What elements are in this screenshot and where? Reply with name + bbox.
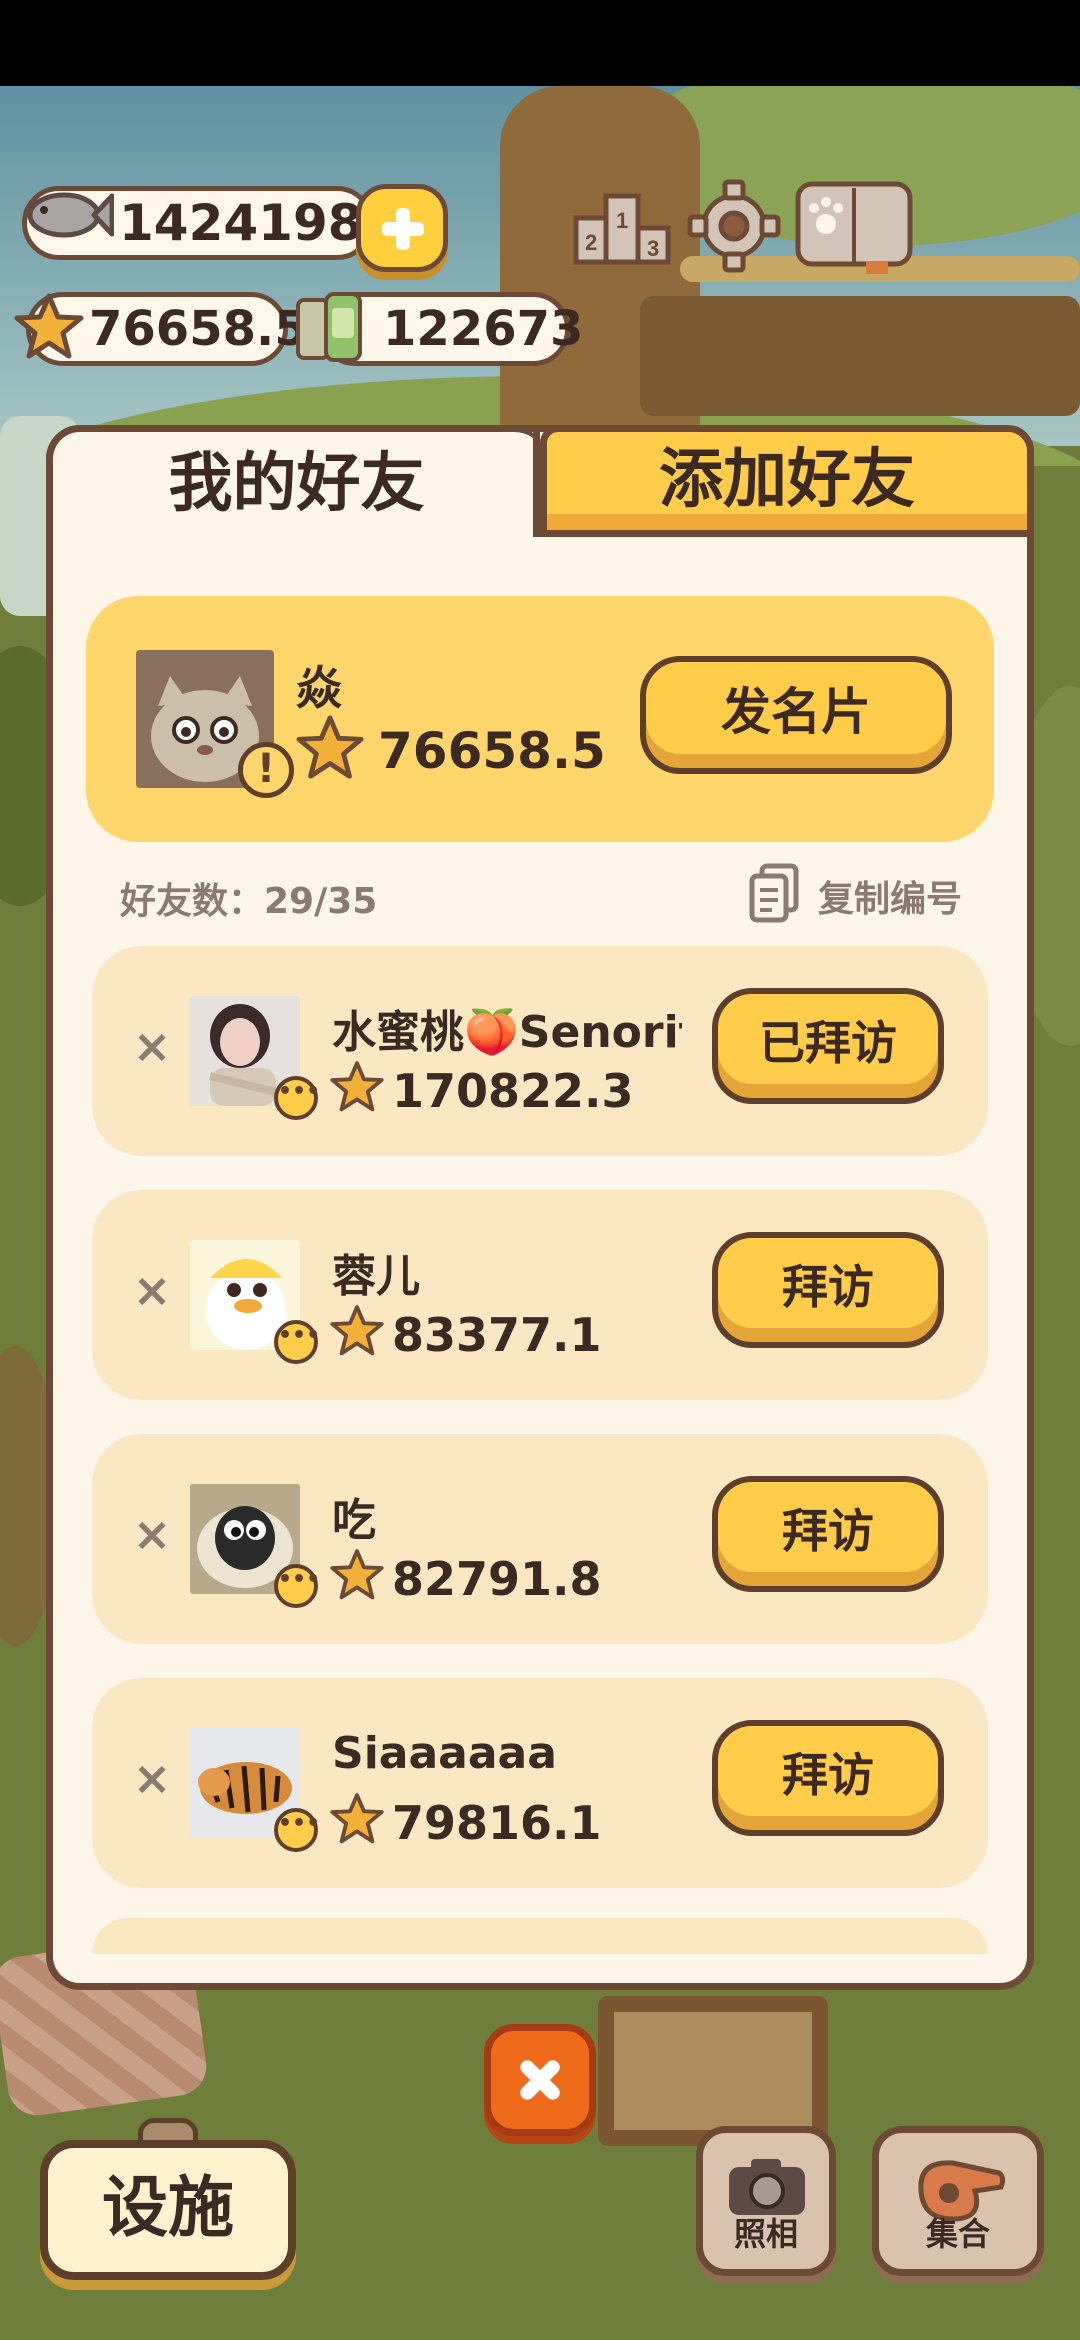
status-bar xyxy=(0,0,1080,86)
friend-score: 79816.1 xyxy=(392,1796,602,1850)
close-button[interactable] xyxy=(484,2024,596,2136)
tab-add-friends-label: 添加好友 xyxy=(659,443,915,517)
friend-score: 170822.3 xyxy=(392,1064,634,1118)
visit-label: 已拜访 xyxy=(759,1016,897,1070)
remove-friend-button[interactable]: × xyxy=(132,1748,172,1808)
copy-icon[interactable] xyxy=(748,862,802,924)
friend-name: 蓉儿 xyxy=(332,1251,420,1302)
photo-button[interactable]: 照相 xyxy=(696,2126,836,2276)
star-score-value: 76658.5 xyxy=(89,301,308,357)
friend-score: 83377.1 xyxy=(392,1308,602,1362)
my-name: 焱 xyxy=(296,661,342,715)
star-icon xyxy=(14,293,84,359)
facility-label: 设施 xyxy=(102,2169,234,2246)
visited-button[interactable]: 已拜访 xyxy=(712,988,944,1104)
album-book-icon[interactable] xyxy=(792,178,916,274)
friend-name: 吃 xyxy=(332,1495,376,1546)
tab-add-friends[interactable]: 添加好友 xyxy=(540,425,1034,537)
list-item: × ••• 水蜜桃🍑Senorita 170822.3 已拜访 xyxy=(92,946,988,1156)
visit-button[interactable]: 拜访 xyxy=(712,1232,944,1348)
star-icon xyxy=(330,1549,384,1600)
add-fish-button[interactable] xyxy=(356,184,448,272)
visit-label: 拜访 xyxy=(782,1504,874,1558)
list-item xyxy=(92,1918,988,1954)
list-item: × ••• Siaaaaaa 79816.1 拜访 xyxy=(92,1678,988,1888)
tab-my-friends[interactable]: 我的好友 xyxy=(46,425,540,545)
copy-id-button[interactable]: 复制编号 xyxy=(818,870,962,922)
visit-button[interactable]: 拜访 xyxy=(712,1720,944,1836)
more-icon[interactable]: ••• xyxy=(274,1564,320,1608)
svg-text:2: 2 xyxy=(585,230,597,255)
remove-friend-button[interactable]: × xyxy=(132,1504,172,1564)
more-icon[interactable]: ••• xyxy=(274,1320,320,1364)
star-icon xyxy=(330,1305,384,1356)
friend-name: Siaaaaaa xyxy=(332,1728,557,1779)
list-item: × ••• 吃 82791.8 拜访 xyxy=(92,1434,988,1644)
tab-my-friends-label: 我的好友 xyxy=(168,447,425,521)
list-item: × ••• 蓉儿 83377.1 拜访 xyxy=(92,1190,988,1400)
friend-count: 好友数：29/35 xyxy=(120,881,378,922)
friend-name: 水蜜桃🍑Senorita xyxy=(332,1007,682,1058)
visit-label: 拜访 xyxy=(782,1748,874,1802)
svg-text:3: 3 xyxy=(647,236,659,261)
star-icon xyxy=(330,1061,384,1112)
visit-button[interactable]: 拜访 xyxy=(712,1476,944,1592)
more-icon[interactable]: ••• xyxy=(274,1808,320,1852)
facility-button[interactable]: 设施 xyxy=(40,2140,296,2280)
my-score: 76658.5 xyxy=(378,722,606,780)
gather-label: 集合 xyxy=(925,2215,990,2253)
gather-button[interactable]: 集合 xyxy=(872,2126,1044,2276)
ranking-icon[interactable]: 2 1 3 xyxy=(572,178,672,274)
bottle-currency-value: 122673 xyxy=(383,301,584,357)
svg-text:1: 1 xyxy=(616,208,628,233)
more-icon[interactable]: ••• xyxy=(274,1076,320,1120)
gear-icon[interactable] xyxy=(684,178,784,274)
remove-friend-button[interactable]: × xyxy=(132,1016,172,1076)
visit-label: 拜访 xyxy=(782,1260,874,1314)
bottle-icon xyxy=(296,292,362,362)
notice-badge-icon[interactable]: ! xyxy=(238,742,294,798)
star-icon xyxy=(296,715,364,779)
photo-label: 照相 xyxy=(733,2215,798,2253)
friend-score: 82791.8 xyxy=(392,1552,602,1606)
fish-icon xyxy=(27,192,114,238)
tab-divider xyxy=(533,425,540,537)
remove-friend-button[interactable]: × xyxy=(132,1260,172,1320)
star-icon xyxy=(330,1793,384,1844)
send-card-label: 发名片 xyxy=(721,683,871,741)
send-card-button[interactable]: 发名片 xyxy=(640,656,952,774)
